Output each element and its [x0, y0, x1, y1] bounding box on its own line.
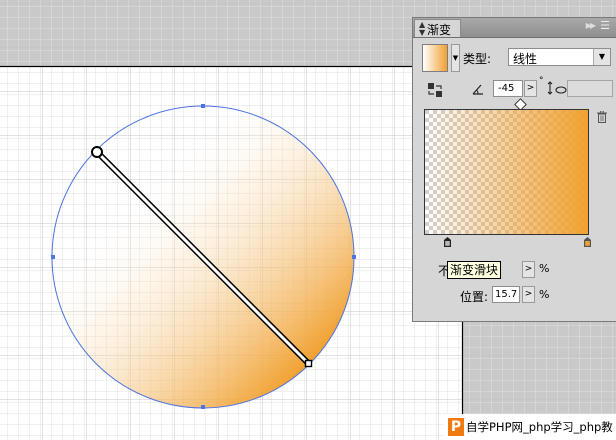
gradient-swatch[interactable] [422, 44, 448, 72]
opacity-percent-unit: % [539, 262, 550, 275]
location-dropdown-icon[interactable]: > [522, 286, 535, 303]
watermark: P 自学PHP网_php学习_php教 [444, 414, 616, 440]
panel-expand-icon[interactable]: ▶▶ [586, 21, 596, 30]
angle-dropdown-icon[interactable]: > [524, 80, 537, 97]
tab-collapse-arrows-icon[interactable]: ▲ ▼ [419, 21, 425, 37]
tab-gradient[interactable]: ▲ ▼ 渐变 [414, 19, 461, 37]
angle-input[interactable]: -45 [493, 80, 523, 97]
location-input[interactable]: 15.7 [492, 286, 520, 303]
gradient-end-handle[interactable] [304, 359, 313, 368]
anchor-point-top [201, 104, 205, 108]
gradient-panel: ▲ ▼ 渐变 ▶▶ ☰ ▼ 类型: 线性 ▼ -45 > ° 不 渐变滑块 > … [412, 17, 616, 322]
gradient-stop-left[interactable] [444, 237, 451, 247]
tab-label: 渐变 [427, 23, 452, 37]
gradient-origin-handle[interactable] [91, 146, 103, 158]
watermark-text: 自学PHP网_php学习_php教 [466, 420, 613, 434]
anchor-point-right [352, 255, 356, 259]
aspect-ratio-icon [547, 81, 567, 95]
angle-icon [472, 84, 483, 95]
angle-degree-unit: ° [539, 76, 544, 86]
gradient-slider-bar[interactable] [424, 109, 589, 235]
location-percent-unit: % [539, 288, 550, 301]
chevron-down-icon[interactable]: ▼ [593, 49, 610, 65]
location-label: 位置: [460, 290, 489, 304]
opacity-dropdown-icon[interactable]: > [522, 261, 535, 278]
reverse-gradient-icon[interactable] [427, 82, 443, 98]
anchor-point-bottom [201, 405, 205, 409]
watermark-logo: P [448, 418, 464, 436]
swatch-dropdown-icon[interactable]: ▼ [451, 44, 460, 72]
delete-stop-icon[interactable] [597, 111, 607, 123]
panel-titlebar[interactable]: ▲ ▼ 渐变 ▶▶ ☰ [413, 18, 616, 38]
aspect-ratio-input[interactable] [567, 80, 613, 97]
anchor-point-left [51, 255, 55, 259]
type-value: 线性 [513, 52, 538, 66]
type-label: 类型: [463, 52, 492, 66]
tooltip: 渐变滑块 [447, 261, 502, 279]
panel-menu-icon[interactable]: ☰ [600, 19, 610, 32]
type-select[interactable]: 线性 ▼ [508, 48, 611, 66]
gradient-stop-right[interactable] [584, 237, 591, 247]
